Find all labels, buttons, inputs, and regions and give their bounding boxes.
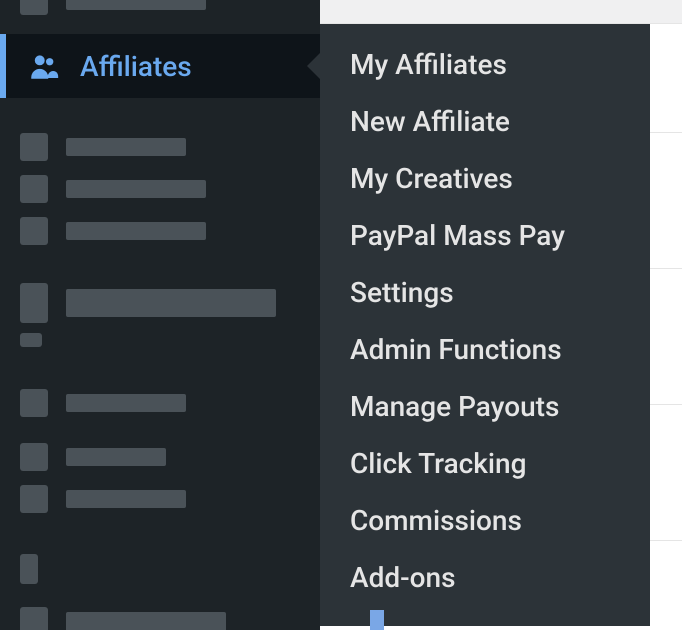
accent-bar [370, 610, 384, 630]
flyout-pointer-icon [307, 52, 321, 80]
sidebar-item-obscured[interactable] [0, 126, 320, 168]
sidebar-item-obscured[interactable] [0, 168, 320, 210]
flyout-item-my-affiliates[interactable]: My Affiliates [320, 36, 650, 93]
flyout-item-settings[interactable]: Settings [320, 264, 650, 321]
flyout-item-click-tracking[interactable]: Click Tracking [320, 435, 650, 492]
sidebar-item-label: Affiliates [80, 50, 192, 83]
content-topbar [320, 0, 682, 24]
placeholder-icon [20, 389, 48, 417]
sidebar-item-obscured[interactable] [0, 210, 320, 252]
affiliates-flyout-menu: My Affiliates New Affiliate My Creatives… [320, 24, 650, 626]
placeholder-icon [20, 175, 48, 203]
flyout-item-commissions[interactable]: Commissions [320, 492, 650, 549]
flyout-item-paypal-mass-pay[interactable]: PayPal Mass Pay [320, 207, 650, 264]
admin-sidebar: Affiliates [0, 0, 320, 630]
placeholder-text [66, 490, 186, 508]
flyout-item-my-creatives[interactable]: My Creatives [320, 150, 650, 207]
sidebar-item-obscured[interactable] [0, 382, 320, 424]
placeholder-icon [20, 217, 48, 245]
placeholder-text [66, 222, 206, 240]
placeholder-icon [20, 554, 38, 584]
placeholder-text [66, 289, 276, 317]
sidebar-item-obscured[interactable] [0, 326, 320, 354]
placeholder-text [66, 180, 206, 198]
sidebar-item-obscured[interactable] [0, 548, 320, 590]
placeholder-text [66, 612, 226, 630]
placeholder-text [66, 138, 186, 156]
users-icon [26, 48, 62, 84]
flyout-item-manage-payouts[interactable]: Manage Payouts [320, 378, 650, 435]
flyout-item-admin-functions[interactable]: Admin Functions [320, 321, 650, 378]
flyout-item-add-ons[interactable]: Add-ons [320, 549, 650, 606]
placeholder-icon [20, 133, 48, 161]
flyout-item-new-affiliate[interactable]: New Affiliate [320, 93, 650, 150]
sidebar-item-obscured[interactable] [0, 280, 320, 326]
placeholder-text [66, 448, 166, 466]
sidebar-item-obscured[interactable] [0, 0, 320, 22]
sidebar-item-obscured[interactable] [0, 436, 320, 478]
sidebar-item-affiliates[interactable]: Affiliates [0, 34, 320, 98]
placeholder-text [66, 0, 206, 10]
placeholder-icon [20, 443, 48, 471]
sidebar-item-obscured[interactable] [0, 602, 320, 630]
placeholder-icon [20, 607, 48, 630]
placeholder-icon [20, 485, 48, 513]
placeholder-icon [20, 0, 48, 15]
placeholder-text [66, 394, 186, 412]
placeholder-icon [20, 333, 42, 347]
placeholder-icon [20, 283, 48, 323]
sidebar-item-obscured[interactable] [0, 478, 320, 520]
